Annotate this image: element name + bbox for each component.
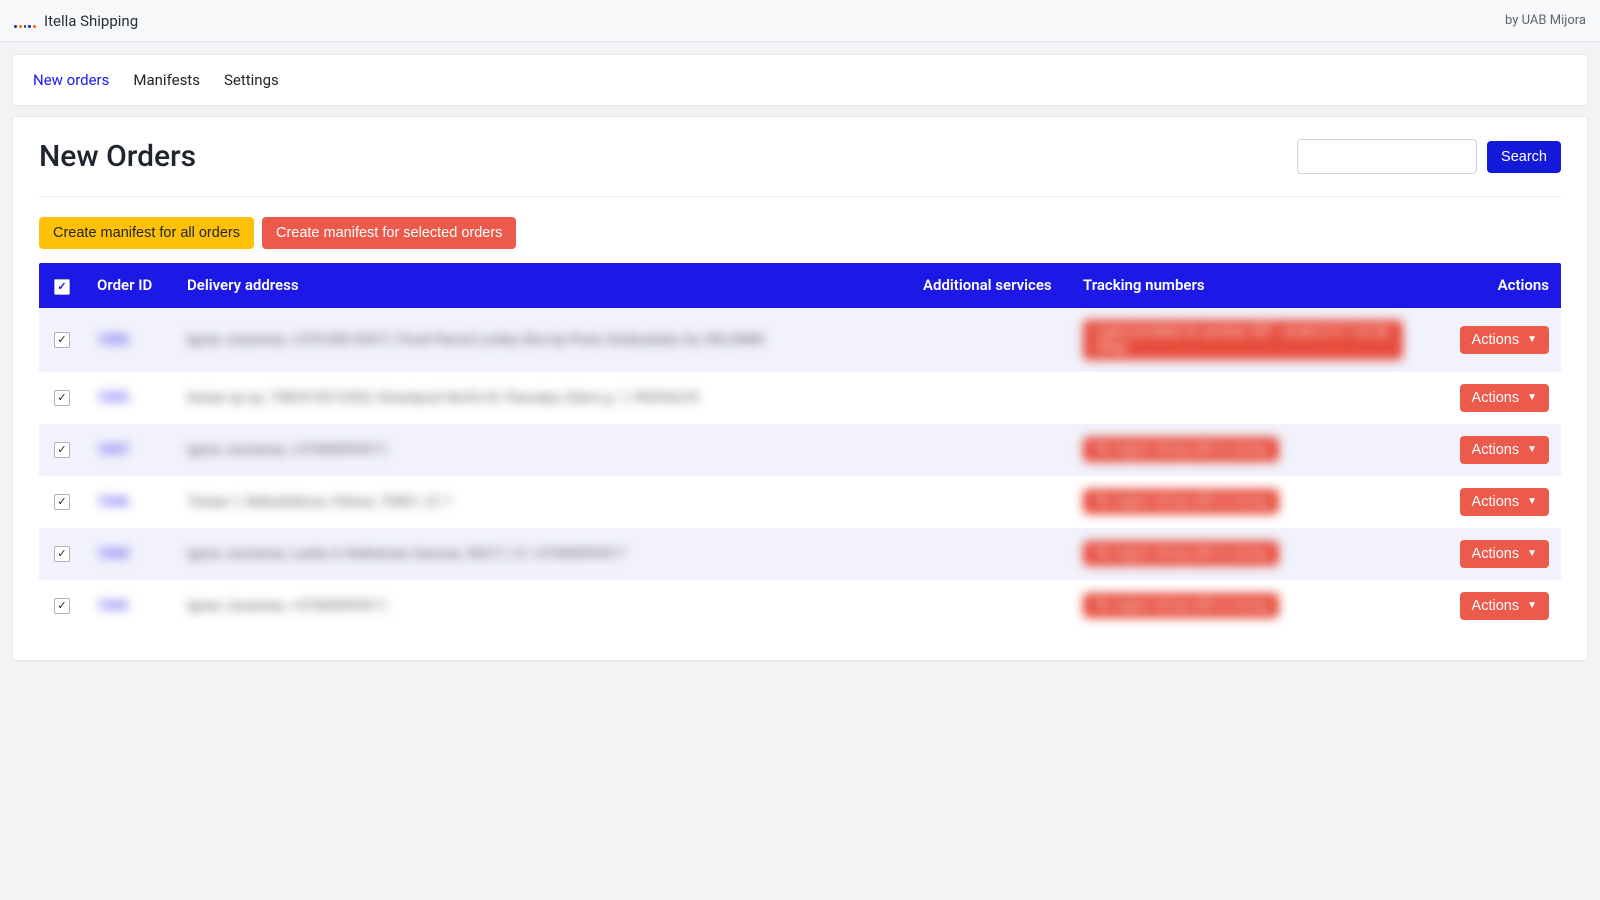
- row-actions-button[interactable]: Actions ▼: [1460, 326, 1549, 354]
- byline: by UAB Mijora: [1505, 13, 1586, 28]
- checkbox-icon[interactable]: ✓: [54, 279, 70, 295]
- order-id-link[interactable]: 1045: [97, 546, 129, 562]
- bulk-actions: Create manifest for all orders Create ma…: [39, 217, 1561, 249]
- additional-services: [911, 372, 1071, 424]
- header-actions: Actions: [1441, 263, 1561, 308]
- row-checkbox[interactable]: ✓: [54, 546, 70, 562]
- order-id-link[interactable]: 1042: [97, 598, 129, 614]
- chevron-down-icon: ▼: [1527, 548, 1537, 559]
- content-card: New Orders Search Create manifest for al…: [12, 116, 1588, 661]
- tabs: New orders Manifests Settings: [13, 55, 1587, 105]
- additional-services: [911, 528, 1071, 580]
- create-manifest-all-button[interactable]: Create manifest for all orders: [39, 217, 254, 249]
- tab-new-orders[interactable]: New orders: [33, 71, 109, 89]
- chevron-down-icon: ▼: [1527, 334, 1537, 345]
- header-services[interactable]: Additional services: [911, 263, 1071, 308]
- additional-services: [911, 308, 1071, 372]
- additional-services: [911, 476, 1071, 528]
- delivery-address: Ignas Juozenas, Laulio 4, Raštainiai, Ka…: [187, 546, 626, 562]
- row-actions-button[interactable]: Actions ▼: [1460, 488, 1549, 516]
- delivery-address: Ignas Juozenas, +37060093417,: [187, 598, 388, 614]
- order-id-link[interactable]: 1047: [97, 442, 129, 458]
- row-checkbox[interactable]: ✓: [54, 494, 70, 510]
- delivery-address: Ignas Juozenas, +370 600 93417, Posti Pa…: [187, 332, 765, 348]
- table-row: ✓ 1042 Ignas Juozenas, +37060093417, No reg…: [39, 580, 1561, 632]
- actions-label: Actions: [1472, 598, 1520, 614]
- row-actions-button[interactable]: Actions ▼: [1460, 384, 1549, 412]
- search-input[interactable]: [1297, 139, 1477, 174]
- tracking-badge: No region string with is wrong: [1083, 489, 1279, 514]
- chevron-down-icon: ▼: [1527, 444, 1537, 455]
- order-id-link[interactable]: 1055: [97, 390, 129, 406]
- header-order-id[interactable]: Order ID: [85, 263, 175, 308]
- header-tracking[interactable]: Tracking numbers: [1071, 263, 1441, 308]
- actions-label: Actions: [1472, 442, 1520, 458]
- brand-name: Itella Shipping: [44, 12, 138, 30]
- order-id-link[interactable]: 1056: [97, 332, 129, 348]
- nav-card: New orders Manifests Settings: [12, 54, 1588, 106]
- tab-settings[interactable]: Settings: [224, 71, 279, 89]
- chevron-down-icon: ▼: [1527, 496, 1537, 507]
- row-checkbox[interactable]: ✓: [54, 332, 70, 348]
- chevron-down-icon: ▼: [1527, 392, 1537, 403]
- table-row: ✓ 1055 testas sp sp, 1982410212332, Smartp…: [39, 372, 1561, 424]
- row-checkbox[interactable]: ✓: [54, 442, 70, 458]
- additional-services: [911, 424, 1071, 476]
- row-actions-button[interactable]: Actions ▼: [1460, 540, 1549, 568]
- table-row: ✓ 1045 Ignas Juozenas, Laulio 4, Raštainia…: [39, 528, 1561, 580]
- search-button[interactable]: Search: [1487, 141, 1561, 173]
- delivery-address: testas sp sp, 1982410212332, Smartpost N…: [187, 390, 699, 406]
- actions-label: Actions: [1472, 546, 1520, 562]
- tracking-badge: Label printable for another 287 - small …: [1083, 320, 1403, 360]
- table-row: ✓ 1047 Ignas Juozenas, +37060093417, No reg…: [39, 424, 1561, 476]
- titlebar: New Orders Search: [39, 139, 1561, 197]
- tab-manifests[interactable]: Manifests: [133, 71, 200, 89]
- row-actions-button[interactable]: Actions ▼: [1460, 592, 1549, 620]
- row-actions-button[interactable]: Actions ▼: [1460, 436, 1549, 464]
- additional-services: [911, 580, 1071, 632]
- delivery-address: Testas 1, Baltušiskova, Vilnius, 70401, …: [187, 494, 452, 510]
- topbar: Itella Shipping by UAB Mijora: [0, 0, 1600, 42]
- page-title: New Orders: [39, 139, 196, 174]
- tracking-badge: No region string with is wrong: [1083, 437, 1279, 462]
- delivery-address: Ignas Juozenas, +37060093417,: [187, 442, 388, 458]
- chevron-down-icon: ▼: [1527, 600, 1537, 611]
- brand-logo-icon: [14, 14, 36, 28]
- header-delivery[interactable]: Delivery address: [175, 263, 911, 308]
- orders-table: ✓ Order ID Delivery address Additional s…: [39, 263, 1561, 632]
- table-row: ✓ 1046 Testas 1, Baltušiskova, Vilnius, 70…: [39, 476, 1561, 528]
- row-checkbox[interactable]: ✓: [54, 390, 70, 406]
- search-area: Search: [1297, 139, 1561, 174]
- brand: Itella Shipping: [14, 12, 138, 30]
- header-select-all[interactable]: ✓: [39, 263, 85, 308]
- create-manifest-selected-button[interactable]: Create manifest for selected orders: [262, 217, 516, 249]
- order-id-link[interactable]: 1046: [97, 494, 129, 510]
- tracking-badge: No region string with is wrong: [1083, 541, 1279, 566]
- actions-label: Actions: [1472, 494, 1520, 510]
- actions-label: Actions: [1472, 332, 1520, 348]
- row-checkbox[interactable]: ✓: [54, 598, 70, 614]
- table-row: ✓ 1056 Ignas Juozenas, +370 600 93417, Pos…: [39, 308, 1561, 372]
- tracking-badge: No region string with is wrong: [1083, 593, 1279, 618]
- actions-label: Actions: [1472, 390, 1520, 406]
